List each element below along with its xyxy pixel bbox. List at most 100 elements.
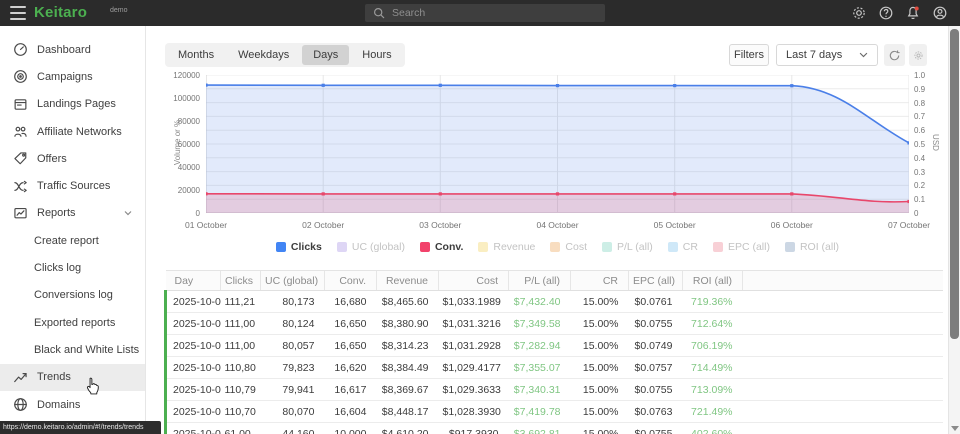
user-icon[interactable] [932, 5, 948, 21]
legend-swatch [785, 242, 795, 252]
legend-swatch [668, 242, 678, 252]
cell-revenue: $8,465.60 [377, 291, 439, 313]
hamburger-menu-icon[interactable] [10, 6, 26, 20]
table-row[interactable]: 2025-10-01111,2180,17316,680$8,465.60$1,… [166, 291, 943, 313]
sidebar-item-offers[interactable]: Offers [0, 145, 145, 172]
table-row[interactable]: 2025-10-03111,0080,05716,650$8,314.23$1,… [166, 335, 943, 357]
scrollbar-down-arrow[interactable] [951, 426, 959, 431]
status-url-tooltip: https://demo.keitaro.io/admin/#!/trends/… [0, 421, 161, 434]
top-bar: Keitaro demo Search [0, 0, 960, 26]
table-row[interactable]: 2025-10-0761,0044,16010,000$4,610.20$917… [166, 423, 943, 434]
column-header-day[interactable]: Day [166, 271, 221, 291]
legend-label: EPC (all) [728, 241, 770, 253]
column-header-conv[interactable]: Conv. [325, 271, 377, 291]
cell-clicks: 111,00 [221, 335, 261, 357]
legend-item-cost[interactable]: Cost [550, 241, 587, 253]
cell-day: 2025-10-07 [166, 423, 221, 434]
cell-epc-all: $0.0755 [629, 379, 683, 401]
chevron-down-icon [859, 52, 868, 58]
tab-months[interactable]: Months [167, 45, 225, 65]
gear-icon[interactable] [851, 5, 867, 21]
sidebar-item-landings-pages[interactable]: Landings Pages [0, 91, 145, 118]
legend-swatch [337, 242, 347, 252]
sidebar-item-clicks-log[interactable]: Clicks log [0, 254, 145, 281]
legend-label: P/L (all) [617, 241, 653, 253]
cell-filler [743, 313, 943, 335]
cell-clicks: 110,80 [221, 357, 261, 379]
filters-button[interactable]: Filters [729, 44, 769, 66]
legend-item-p-l-all[interactable]: P/L (all) [602, 241, 653, 253]
cell-filler [743, 291, 943, 313]
table-row[interactable]: 2025-10-02111,0080,12416,650$8,380.90$1,… [166, 313, 943, 335]
cell-roi-all: 714.49% [683, 357, 743, 379]
column-header-revenue[interactable]: Revenue [377, 271, 439, 291]
sidebar-item-campaigns[interactable]: Campaigns [0, 63, 145, 90]
app-screen: Keitaro demo Search Dashboard Campaigns La… [0, 0, 960, 434]
sidebar-item-domains[interactable]: Domains [0, 391, 145, 418]
sidebar-item-label: Create report [34, 235, 99, 247]
sidebar-item-conversions-log[interactable]: Conversions log [0, 282, 145, 309]
sidebar-item-create-report[interactable]: Create report [0, 227, 145, 254]
refresh-icon [888, 49, 901, 62]
column-header-roi-all[interactable]: ROI (all) [683, 271, 743, 291]
tab-hours[interactable]: Hours [351, 45, 402, 65]
sidebar-item-reports[interactable]: Reports [0, 200, 145, 227]
sidebar-item-affiliate-networks[interactable]: Affiliate Networks [0, 118, 145, 145]
column-header-filler [743, 271, 943, 291]
cell-revenue: $8,448.17 [377, 401, 439, 423]
cell-uc-global: 80,173 [261, 291, 325, 313]
cell-clicks: 111,21 [221, 291, 261, 313]
y-axis-left-tick: 100000 [156, 94, 200, 103]
legend-item-roi-all[interactable]: ROI (all) [785, 241, 839, 253]
column-header-epc-all[interactable]: EPC (all) [629, 271, 683, 291]
search-input[interactable]: Search [365, 4, 605, 22]
chart-settings-button[interactable] [909, 44, 927, 66]
column-header-uc-global[interactable]: UC (global) [261, 271, 325, 291]
legend-swatch [713, 242, 723, 252]
cell-cost: $1,033.1989 [439, 291, 509, 313]
cell-uc-global: 79,823 [261, 357, 325, 379]
legend-swatch [478, 242, 488, 252]
tab-days[interactable]: Days [302, 45, 349, 65]
bell-icon[interactable] [905, 5, 921, 21]
cell-filler [743, 335, 943, 357]
scrollbar-thumb[interactable] [950, 29, 959, 339]
sidebar-item-black-and-white-lists[interactable]: Black and White Lists [0, 336, 145, 363]
notification-dot [915, 7, 919, 11]
sidebar-item-traffic-sources[interactable]: Traffic Sources [0, 172, 145, 199]
sidebar-item-exported-reports[interactable]: Exported reports [0, 309, 145, 336]
legend-label: UC (global) [352, 241, 405, 253]
column-header-p-l-all[interactable]: P/L (all) [509, 271, 571, 291]
legend-item-clicks[interactable]: Clicks [276, 241, 322, 253]
date-range-select[interactable]: Last 7 days [776, 44, 878, 66]
legend-item-uc-global[interactable]: UC (global) [337, 241, 405, 253]
cell-uc-global: 44,160 [261, 423, 325, 434]
sidebar-item-dashboard[interactable]: Dashboard [0, 36, 145, 63]
column-header-cost[interactable]: Cost [439, 271, 509, 291]
table-row[interactable]: 2025-10-06110,7080,07016,604$8,448.17$1,… [166, 401, 943, 423]
cell-revenue: $8,384.49 [377, 357, 439, 379]
page-scrollbar[interactable] [948, 26, 960, 434]
legend-item-conv[interactable]: Conv. [420, 241, 463, 253]
cell-uc-global: 80,124 [261, 313, 325, 335]
table-row[interactable]: 2025-10-04110,8079,82316,620$8,384.49$1,… [166, 357, 943, 379]
sidebar-item-trends[interactable]: Trends [0, 364, 145, 391]
column-header-cr[interactable]: CR [571, 271, 629, 291]
column-header-clicks[interactable]: Clicks [221, 271, 261, 291]
trends-chart[interactable] [206, 75, 909, 213]
sidebar-item-label: Campaigns [37, 71, 93, 83]
legend-label: Revenue [493, 241, 535, 253]
legend-item-epc-all[interactable]: EPC (all) [713, 241, 770, 253]
y-axis-right-tick: 0 [914, 209, 948, 218]
cell-clicks: 110,70 [221, 401, 261, 423]
cell-cr: 15.00% [571, 357, 629, 379]
help-icon[interactable] [878, 5, 894, 21]
y-axis-left-tick: 20000 [156, 186, 200, 195]
legend-item-revenue[interactable]: Revenue [478, 241, 535, 253]
y-axis-right-tick: 0.7 [914, 112, 948, 121]
refresh-button[interactable] [884, 44, 905, 66]
cell-cost: $1,031.2928 [439, 335, 509, 357]
tab-weekdays[interactable]: Weekdays [227, 45, 300, 65]
table-row[interactable]: 2025-10-05110,7979,94116,617$8,369.67$1,… [166, 379, 943, 401]
legend-item-cr[interactable]: CR [668, 241, 698, 253]
